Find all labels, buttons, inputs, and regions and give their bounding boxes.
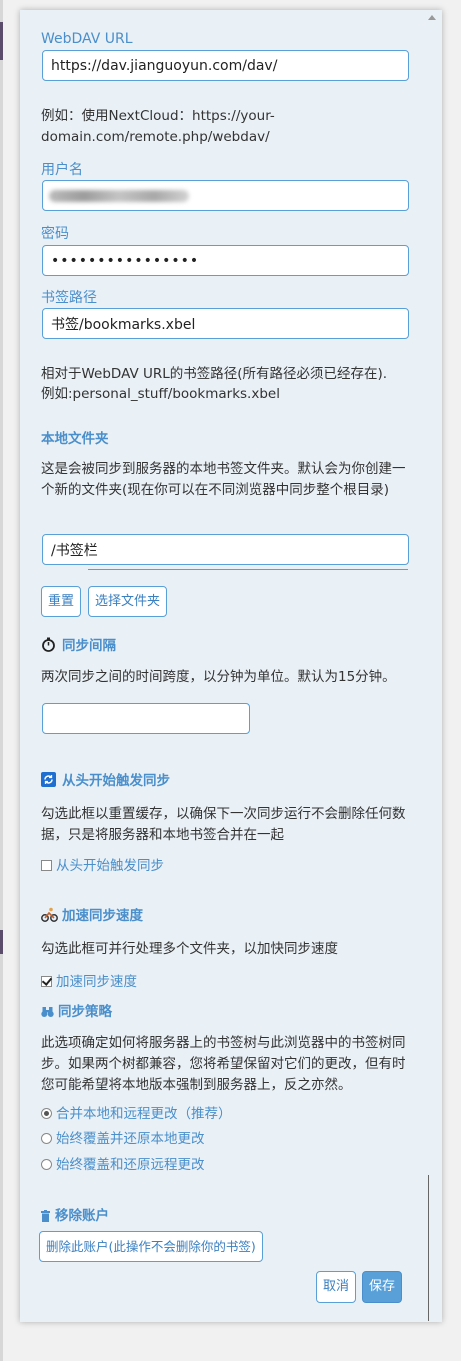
strategy-heading: 同步策略 (41, 1003, 112, 1021)
choose-folder-button[interactable]: 选择文件夹 (88, 586, 168, 617)
remove-account-heading: 移除账户 (41, 1207, 109, 1225)
local-folder-heading: 本地文件夹 (41, 431, 109, 447)
remove-account-button[interactable]: 删除此账户(此操作不会删除你的书签) (39, 1231, 263, 1262)
cancel-button[interactable]: 取消 (316, 1271, 357, 1303)
strategy-option[interactable]: 始终覆盖并还原本地更改 (41, 1130, 205, 1148)
binoculars-icon (41, 1005, 54, 1018)
speedup-checkbox-row[interactable]: 加速同步速度 (41, 973, 137, 991)
bookmark-path-hint-line2: 例如:personal_stuff/bookmarks.xbel (41, 386, 280, 402)
speedup-heading-text: 加速同步速度 (62, 908, 143, 924)
strategy-option-label[interactable]: 始终覆盖和还原远程更改 (56, 1157, 205, 1173)
sync-interval-heading: 同步间隔 (41, 637, 116, 655)
save-button[interactable]: 保存 (362, 1271, 403, 1303)
strategy-description: 此选项确定如何将服务器上的书签树与此浏览器中的书签树同步。如果两个树都兼容，您将… (41, 1035, 406, 1093)
resync-checkbox-row[interactable]: 从头开始触发同步 (41, 857, 164, 875)
speedup-checkbox-label[interactable]: 加速同步速度 (56, 974, 137, 990)
sync-interval-description: 两次同步之间的时间跨度，以分钟为单位。默认为15分钟。 (41, 669, 396, 685)
reset-folder-button[interactable]: 重置 (41, 586, 82, 617)
strategy-radio[interactable] (41, 1108, 52, 1119)
redacted-username (49, 190, 189, 202)
username-input[interactable] (42, 180, 409, 211)
strategy-option-label[interactable]: 始终覆盖并还原本地更改 (56, 1131, 205, 1147)
scrollbar-track[interactable] (428, 1175, 429, 1321)
webdav-url-input[interactable] (42, 50, 409, 81)
strategy-option[interactable]: 合并本地和远程更改（推荐） (41, 1105, 232, 1123)
remove-account-heading-text: 移除账户 (55, 1208, 109, 1224)
sync-interval-heading-text: 同步间隔 (62, 638, 116, 654)
strategy-radio[interactable] (41, 1159, 52, 1170)
password-label: 密码 (41, 226, 69, 242)
background-edge (0, 0, 3, 1361)
strategy-heading-text: 同步策略 (58, 1004, 112, 1020)
refresh-icon (41, 772, 56, 787)
resync-heading-text: 从头开始触发同步 (62, 773, 170, 789)
password-input[interactable] (42, 245, 409, 276)
speedup-heading: 加速同步速度 (41, 907, 143, 925)
strategy-option-label[interactable]: 合并本地和远程更改（推荐） (56, 1106, 232, 1122)
cyclist-icon (41, 907, 58, 922)
account-options-dialog: WebDAV URL 例如：使用NextCloud：https://your-d… (20, 10, 442, 1322)
resync-description: 勾选此框以重置缓存，以确保下一次同步运行不会删除任何数据，只是将服务器和本地书签… (41, 806, 406, 843)
background-tab-mark (0, 22, 3, 60)
divider (88, 569, 408, 570)
resync-heading: 从头开始触发同步 (41, 772, 170, 790)
bookmark-path-label: 书签路径 (41, 290, 97, 306)
resync-checkbox-label[interactable]: 从头开始触发同步 (56, 858, 164, 874)
username-label: 用户名 (41, 162, 83, 178)
bookmark-path-input[interactable] (42, 308, 409, 339)
scroll-up-arrow-icon[interactable] (428, 15, 436, 20)
bookmark-path-hint-line1: 相对于WebDAV URL的书签路径(所有路径必须已经存在). (41, 366, 388, 382)
stopwatch-icon (41, 637, 56, 652)
strategy-radio[interactable] (41, 1133, 52, 1144)
strategy-option[interactable]: 始终覆盖和还原远程更改 (41, 1156, 205, 1174)
speedup-checkbox[interactable] (41, 976, 52, 987)
local-folder-description: 这是会被同步到服务器的本地书签文件夹。默认会为你创建一个新的文件夹(现在你可以在… (41, 461, 406, 498)
local-folder-input[interactable] (42, 534, 409, 565)
background-tab-mark (0, 930, 3, 954)
webdav-url-label: WebDAV URL (41, 31, 133, 47)
trash-icon (41, 1209, 50, 1222)
speedup-description: 勾选此框可并行处理多个文件夹，以加快同步速度 (41, 941, 338, 957)
webdav-url-hint: 例如：使用NextCloud：https://your-domain.com/r… (41, 108, 275, 145)
sync-interval-input[interactable] (42, 703, 250, 734)
resync-checkbox[interactable] (41, 860, 52, 871)
